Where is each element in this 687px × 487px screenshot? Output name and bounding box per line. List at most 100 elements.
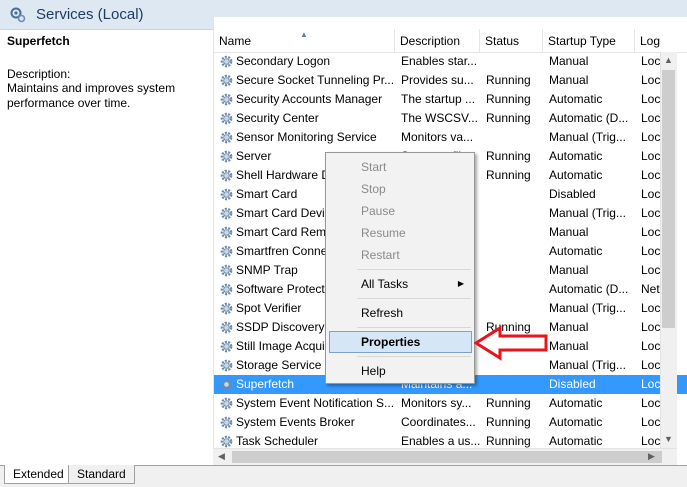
service-status-cell <box>486 52 546 71</box>
service-row[interactable]: System Event Notification S... Monitors s… <box>214 394 687 413</box>
service-startup-type-cell: Manual <box>549 339 589 353</box>
menu-item-pause[interactable]: Pause <box>329 200 472 222</box>
scroll-left-arrow-icon[interactable]: ◀ <box>213 448 230 465</box>
service-startup-type-cell: Automatic <box>549 168 603 182</box>
service-description-cell: Enables star... <box>401 54 478 68</box>
red-pointer-arrow-icon <box>474 325 548 361</box>
service-startup-type-cell: Manual (Trig... <box>549 130 626 144</box>
service-startup-type-cell: Manual <box>549 225 589 239</box>
service-name-cell: Security Accounts Manager <box>236 92 383 106</box>
service-row[interactable]: Secure Socket Tunneling Pr... Provides su… <box>214 71 687 90</box>
service-description-cell: Monitors sy... <box>401 396 472 410</box>
gear-icon <box>219 415 234 430</box>
gear-icon <box>219 130 234 145</box>
view-tabstrip: Extended Standard <box>0 465 687 487</box>
service-name-cell: Secondary Logon <box>236 54 331 68</box>
gear-icon <box>219 263 234 278</box>
service-status-cell: Running <box>486 168 531 182</box>
service-name-cell: Sensor Monitoring Service <box>236 130 377 144</box>
service-row[interactable]: Secondary Logon Enables star... Manual Loc <box>214 52 687 71</box>
gear-icon <box>219 282 234 297</box>
service-startup-type-cell: Manual (Trig... <box>549 301 626 315</box>
column-header-row: ▲ Name Description Status Startup Type L… <box>214 29 687 53</box>
menu-item-restart[interactable]: Restart <box>329 244 472 266</box>
gear-icon <box>219 73 234 88</box>
gear-icon <box>219 301 234 316</box>
scroll-down-arrow-icon[interactable]: ▼ <box>660 431 677 448</box>
services-window: Services (Local) Superfetch Description:… <box>0 0 687 487</box>
service-startup-type-cell: Automatic (D... <box>549 111 629 125</box>
service-status-cell <box>486 242 546 261</box>
service-startup-type-cell: Automatic (D... <box>549 282 629 296</box>
gear-icon <box>219 358 234 373</box>
service-name-cell: System Events Broker <box>236 415 355 429</box>
gear-icon <box>219 111 234 126</box>
service-status-cell <box>486 223 546 242</box>
services-gear-icon <box>10 7 26 23</box>
gear-icon <box>219 320 234 335</box>
gear-icon <box>219 149 234 164</box>
service-startup-type-cell: Automatic <box>549 244 603 258</box>
scroll-right-arrow-icon[interactable]: ▶ <box>643 448 660 465</box>
menu-separator <box>357 298 471 299</box>
menu-item-stop[interactable]: Stop <box>329 178 472 200</box>
menu-separator <box>357 356 471 357</box>
context-menu: Start Stop Pause Resume Restart All Task… <box>325 152 475 384</box>
service-row[interactable]: Security Accounts Manager The startup ...… <box>214 90 687 109</box>
menu-separator <box>357 269 471 270</box>
service-row[interactable]: Sensor Monitoring Service Monitors va... M… <box>214 128 687 147</box>
menu-item-help[interactable]: Help <box>329 360 472 382</box>
service-startup-type-cell: Disabled <box>549 187 596 201</box>
submenu-arrow-icon: ▶ <box>457 279 464 288</box>
column-header-name[interactable]: Name <box>214 29 395 53</box>
service-status-cell: Running <box>486 415 531 429</box>
service-status-cell: Running <box>486 396 531 410</box>
scroll-up-arrow-icon[interactable]: ▲ <box>660 52 677 69</box>
column-header-log-on-as[interactable]: Log <box>635 29 687 53</box>
service-status-cell: Running <box>486 149 531 163</box>
service-row[interactable]: Security Center The WSCSV... Running Automa… <box>214 109 687 128</box>
horizontal-scroll-thumb[interactable] <box>232 451 662 463</box>
service-description-cell: Provides su... <box>401 73 474 87</box>
menu-item-refresh[interactable]: Refresh <box>329 302 472 324</box>
service-status-cell: Running <box>486 92 531 106</box>
service-status-cell: Running <box>486 73 531 87</box>
service-status-cell: Running <box>486 111 531 125</box>
service-status-cell <box>486 128 546 147</box>
service-startup-type-cell: Manual <box>549 320 589 334</box>
service-status-cell <box>486 185 546 204</box>
gear-icon <box>219 225 234 240</box>
service-startup-type-cell: Manual (Trig... <box>549 358 626 372</box>
service-description-cell: The WSCSV... <box>401 111 478 125</box>
menu-item-properties[interactable]: Properties <box>329 331 472 353</box>
menu-item-all-tasks-label: All Tasks <box>361 277 409 291</box>
service-description-cell: Monitors va... <box>401 130 474 144</box>
menu-item-start[interactable]: Start <box>329 156 472 178</box>
menu-separator <box>357 327 471 328</box>
description-pane: Superfetch Description: Maintains and im… <box>0 30 205 465</box>
service-startup-type-cell: Manual <box>549 73 589 87</box>
service-row[interactable]: System Events Broker Coordinates... Runnin… <box>214 413 687 432</box>
selected-service-name: Superfetch <box>7 34 70 48</box>
tab-extended[interactable]: Extended <box>4 465 73 484</box>
service-name-cell: Security Center <box>236 111 319 125</box>
service-startup-type-cell: Disabled <box>549 377 596 391</box>
service-description-cell: The startup ... <box>401 92 476 106</box>
service-name-cell: Secure Socket Tunneling Pr... <box>236 73 394 87</box>
column-header-startup-type[interactable]: Startup Type <box>543 29 635 53</box>
service-description-cell: Coordinates... <box>401 415 476 429</box>
column-header-description[interactable]: Description <box>395 29 480 53</box>
vertical-scroll-thumb[interactable] <box>662 70 675 328</box>
service-status-cell <box>486 280 546 299</box>
menu-item-all-tasks[interactable]: All Tasks ▶ <box>329 273 472 295</box>
gear-icon <box>219 396 234 411</box>
console-title: Services (Local) <box>36 6 144 23</box>
tab-standard[interactable]: Standard <box>68 465 135 484</box>
column-header-status[interactable]: Status <box>480 29 543 53</box>
service-startup-type-cell: Automatic <box>549 149 603 163</box>
service-status-cell <box>486 299 546 318</box>
service-status-cell <box>486 375 546 394</box>
service-status-cell <box>486 204 546 223</box>
gear-icon <box>219 377 234 392</box>
menu-item-resume[interactable]: Resume <box>329 222 472 244</box>
